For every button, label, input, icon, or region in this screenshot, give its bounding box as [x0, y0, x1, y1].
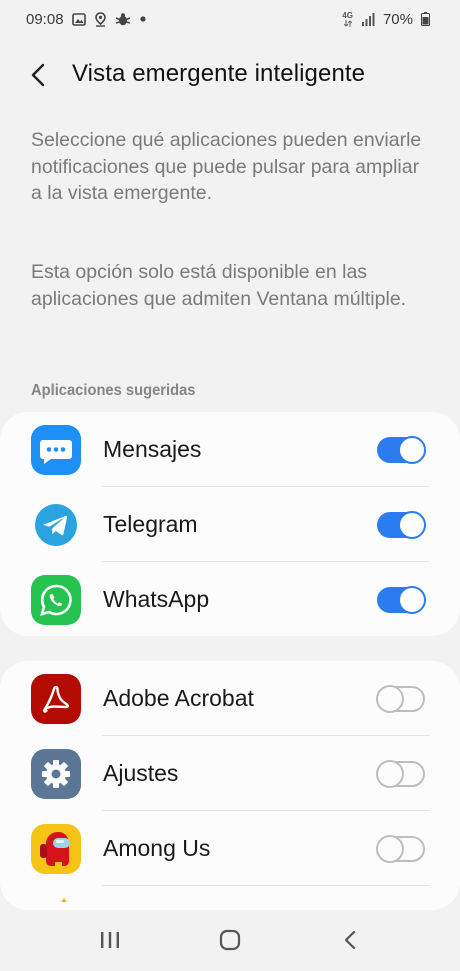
app-name: Mensajes	[103, 436, 202, 462]
app-row-partial[interactable]	[0, 886, 460, 910]
among-us-icon	[31, 823, 81, 874]
dot-icon	[139, 15, 147, 23]
app-row-mensajes[interactable]: Mensajes	[0, 412, 460, 487]
app-row-telegram[interactable]: Telegram	[0, 487, 460, 562]
settings-gear-icon	[31, 748, 81, 799]
partial-app-icon	[31, 886, 81, 910]
navigation-bar	[0, 909, 460, 971]
toggle-among-us[interactable]	[376, 834, 425, 863]
toggle-ajustes[interactable]	[376, 759, 425, 788]
toggle-adobe-acrobat[interactable]	[376, 684, 425, 713]
page-title: Vista emergente inteligente	[72, 60, 366, 87]
app-name: Ajustes	[103, 760, 179, 786]
home-icon	[219, 929, 241, 951]
suggested-apps-card: Mensajes Telegram WhatsApp	[0, 412, 460, 636]
status-right: 4G 70%	[342, 11, 430, 28]
toggle-telegram[interactable]	[377, 510, 426, 539]
app-row-among-us[interactable]: Among Us	[0, 811, 460, 886]
telegram-icon	[31, 500, 81, 550]
app-name: WhatsApp	[103, 586, 210, 612]
app-name: Telegram	[103, 511, 198, 537]
whatsapp-icon	[31, 574, 81, 625]
chevron-left-icon	[31, 63, 45, 87]
battery-percent: 70%	[382, 10, 413, 28]
home-button[interactable]	[210, 920, 250, 960]
header: Vista emergente inteligente	[0, 50, 460, 100]
app-name: Adobe Acrobat	[103, 685, 254, 711]
status-bar: 09:08 4G 70%	[0, 0, 460, 38]
recent-apps-icon	[101, 932, 119, 948]
other-apps-card: Adobe Acrobat Ajustes Among Us	[0, 661, 460, 910]
app-row-adobe-acrobat[interactable]: Adobe Acrobat	[0, 661, 460, 736]
description-paragraph-1: Seleccione qué aplicaciones pueden envia…	[31, 129, 422, 204]
adobe-acrobat-icon	[31, 673, 81, 724]
app-row-ajustes[interactable]: Ajustes	[0, 736, 460, 811]
recent-apps-button[interactable]	[90, 920, 130, 960]
mobile-data-icon: 4G	[342, 10, 353, 27]
description-paragraph-2: Esta opción solo está disponible en las …	[31, 261, 407, 310]
toggle-mensajes[interactable]	[377, 435, 426, 464]
bug-icon	[115, 12, 131, 27]
section-label-suggested: Aplicaciones sugeridas	[31, 382, 196, 399]
network-type: 4G	[342, 10, 353, 20]
status-left: 09:08	[26, 11, 147, 28]
messages-icon	[31, 424, 81, 475]
back-button[interactable]	[22, 58, 54, 92]
signal-icon	[361, 12, 375, 26]
back-nav-icon	[344, 930, 356, 950]
location-icon	[94, 11, 107, 27]
toggle-whatsapp[interactable]	[377, 585, 426, 614]
app-row-whatsapp[interactable]: WhatsApp	[0, 562, 460, 636]
image-icon	[71, 12, 86, 26]
app-name: Among Us	[103, 835, 211, 861]
back-nav-button[interactable]	[330, 920, 370, 960]
battery-icon	[421, 12, 430, 26]
status-time: 09:08	[26, 10, 64, 28]
